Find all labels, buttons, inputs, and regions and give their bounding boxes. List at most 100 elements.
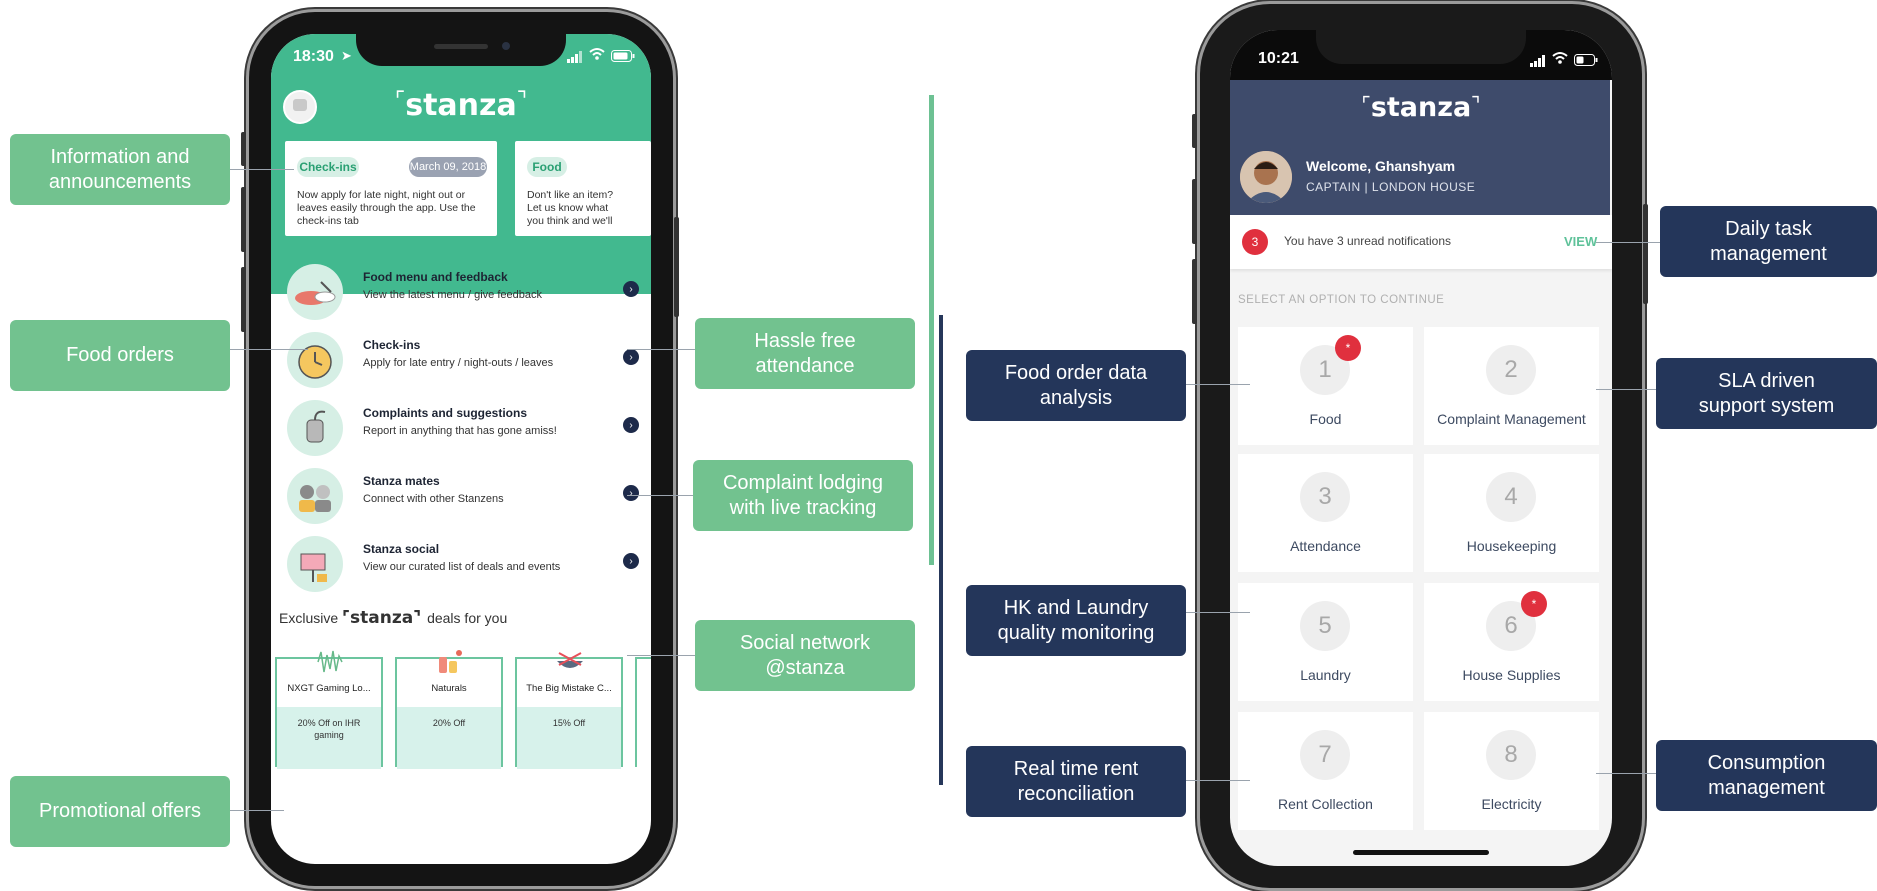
tile-label: Housekeeping bbox=[1466, 538, 1557, 554]
menu-item-food[interactable]: Food menu and feedback View the latest m… bbox=[271, 258, 651, 324]
date-badge: March 09, 2018 bbox=[409, 157, 487, 177]
tile-number: 3 bbox=[1300, 472, 1350, 522]
tile-label: Laundry bbox=[1300, 667, 1351, 683]
tile-label: Electricity bbox=[1481, 796, 1542, 812]
deal-offer: 20% Off bbox=[432, 718, 466, 728]
menu-title: Stanza mates bbox=[363, 474, 440, 488]
callout-daily-task: Daily task management bbox=[1660, 206, 1877, 277]
camera bbox=[502, 42, 510, 50]
tile-label: Food bbox=[1309, 411, 1342, 427]
right-screen: 10:21 ⌜stanza⌝ Welcome, Ghanshyam CAPTAI… bbox=[1230, 30, 1612, 866]
role-text: CAPTAIN | LONDON HOUSE bbox=[1306, 180, 1476, 194]
side-button bbox=[241, 132, 246, 166]
view-button[interactable]: VIEW bbox=[1564, 234, 1597, 249]
wifi-icon bbox=[1552, 51, 1568, 70]
card-text: Now apply for late night, night out or l… bbox=[297, 189, 476, 227]
callout-information: Information and announcements bbox=[10, 134, 230, 205]
people-icon bbox=[287, 468, 343, 524]
deal-offer: 20% Off on IHR gaming bbox=[297, 718, 361, 740]
connector-line bbox=[627, 655, 695, 656]
tile-attendance[interactable]: 3 Attendance bbox=[1238, 454, 1413, 572]
callout-attendance: Hassle free attendance bbox=[695, 318, 915, 389]
chevron-right-icon[interactable]: › bbox=[623, 485, 639, 501]
app-logo: ⌜stanza⌝ bbox=[394, 88, 528, 123]
callout-hk-laundry: HK and Laundry quality monitoring bbox=[966, 585, 1186, 656]
menu-item-checkins[interactable]: Check-ins Apply for late entry / night-o… bbox=[271, 326, 651, 392]
announcement-card[interactable]: Check-ins March 09, 2018 Now apply for l… bbox=[285, 141, 497, 236]
side-button bbox=[1643, 204, 1648, 304]
deals-section: Exclusive ⌜stanza⌝ deals for you NXGT Ga… bbox=[271, 600, 651, 770]
left-screen: 18:30 ➤ ⌜stanza⌝ Check-ins March 09, 201… bbox=[271, 34, 651, 864]
notification-bar[interactable]: 3 You have 3 unread notifications VIEW bbox=[1230, 215, 1612, 269]
side-button bbox=[1192, 259, 1197, 324]
menu-item-complaints[interactable]: Complaints and suggestions Report in any… bbox=[271, 394, 651, 460]
deal-offer: 15% Off bbox=[552, 718, 586, 728]
deal-card[interactable] bbox=[635, 657, 651, 767]
chevron-right-icon[interactable]: › bbox=[623, 349, 639, 365]
deals-heading: Exclusive ⌜stanza⌝ deals for you bbox=[279, 608, 508, 628]
tile-rent-collection[interactable]: 7 Rent Collection bbox=[1238, 712, 1413, 830]
signal-icon bbox=[1530, 54, 1546, 72]
deal-card[interactable]: NXGT Gaming Lo... 20% Off on IHR gaming bbox=[275, 650, 383, 769]
tile-complaint-management[interactable]: 2 Complaint Management bbox=[1424, 327, 1599, 445]
avatar[interactable] bbox=[283, 90, 317, 124]
tile-label: Rent Collection bbox=[1278, 796, 1373, 812]
speaker bbox=[434, 44, 488, 49]
chevron-right-icon[interactable]: › bbox=[623, 553, 639, 569]
deal-name: NXGT Gaming Lo... bbox=[287, 683, 371, 694]
menu-subtitle: Apply for late entry / night-outs / leav… bbox=[363, 357, 554, 369]
announcement-card[interactable]: Food Don't like an item? Let us know wha… bbox=[515, 141, 651, 236]
deal-name: The Big Mistake C... bbox=[526, 683, 612, 694]
callout-complaint: Complaint lodging with live tracking bbox=[693, 460, 913, 531]
notch bbox=[356, 34, 566, 66]
connector-line bbox=[1186, 384, 1250, 385]
deal-card[interactable]: The Big Mistake C... 15% Off bbox=[515, 652, 623, 769]
side-button bbox=[1192, 114, 1197, 148]
deal-card[interactable]: Naturals 20% Off bbox=[395, 650, 503, 769]
battery-icon bbox=[611, 49, 635, 67]
deal-bot: 20% Off on IHR gaming bbox=[277, 707, 381, 769]
food-bowl-icon bbox=[287, 264, 343, 320]
connector-line bbox=[1596, 389, 1656, 390]
avatar-icon bbox=[293, 99, 307, 111]
menu-title: Complaints and suggestions bbox=[363, 406, 528, 420]
tag-checkins: Check-ins bbox=[297, 157, 359, 177]
alert-badge: * bbox=[1335, 335, 1361, 361]
tile-food[interactable]: 1 * Food bbox=[1238, 327, 1413, 445]
deal-bot: 15% Off bbox=[517, 707, 621, 769]
chevron-right-icon[interactable]: › bbox=[623, 417, 639, 433]
notification-count-badge: 3 bbox=[1242, 229, 1268, 255]
home-indicator[interactable] bbox=[1353, 850, 1489, 855]
callout-food-analysis: Food order data analysis bbox=[966, 350, 1186, 421]
tile-label: House Supplies bbox=[1462, 667, 1561, 683]
side-button bbox=[241, 267, 246, 332]
menu-subtitle: Connect with other Stanzens bbox=[363, 493, 504, 505]
deal-icon bbox=[553, 645, 587, 677]
menu-title: Stanza social bbox=[363, 542, 440, 556]
alert-badge: * bbox=[1521, 591, 1547, 617]
tile-number: 8 bbox=[1486, 730, 1536, 780]
connector-line bbox=[230, 169, 294, 170]
tile-number: 2 bbox=[1486, 345, 1536, 395]
signboard-icon bbox=[287, 536, 343, 592]
chevron-right-icon[interactable]: › bbox=[623, 281, 639, 297]
tile-housekeeping[interactable]: 4 Housekeeping bbox=[1424, 454, 1599, 572]
menu-item-social[interactable]: Stanza social View our curated list of d… bbox=[271, 530, 651, 596]
callout-sla: SLA driven support system bbox=[1656, 358, 1877, 429]
welcome-text: Welcome, Ghanshyam bbox=[1306, 158, 1456, 174]
connector-line bbox=[1596, 773, 1656, 774]
connector-line bbox=[627, 495, 693, 496]
location-icon: ➤ bbox=[341, 48, 352, 63]
callout-food-orders: Food orders bbox=[10, 320, 230, 391]
user-avatar[interactable] bbox=[1240, 151, 1292, 203]
deal-name: Naturals bbox=[431, 683, 467, 694]
tile-laundry[interactable]: 5 Laundry bbox=[1238, 583, 1413, 701]
tile-number: 5 bbox=[1300, 601, 1350, 651]
tile-electricity[interactable]: 8 Electricity bbox=[1424, 712, 1599, 830]
callout-promotional-offers: Promotional offers bbox=[10, 776, 230, 847]
vacuum-icon bbox=[287, 400, 343, 456]
menu-item-mates[interactable]: Stanza mates Connect with other Stanzens… bbox=[271, 462, 651, 528]
app-logo: ⌜stanza⌝ bbox=[1361, 92, 1481, 123]
deal-icon bbox=[315, 647, 345, 677]
tile-house-supplies[interactable]: 6 * House Supplies bbox=[1424, 583, 1599, 701]
